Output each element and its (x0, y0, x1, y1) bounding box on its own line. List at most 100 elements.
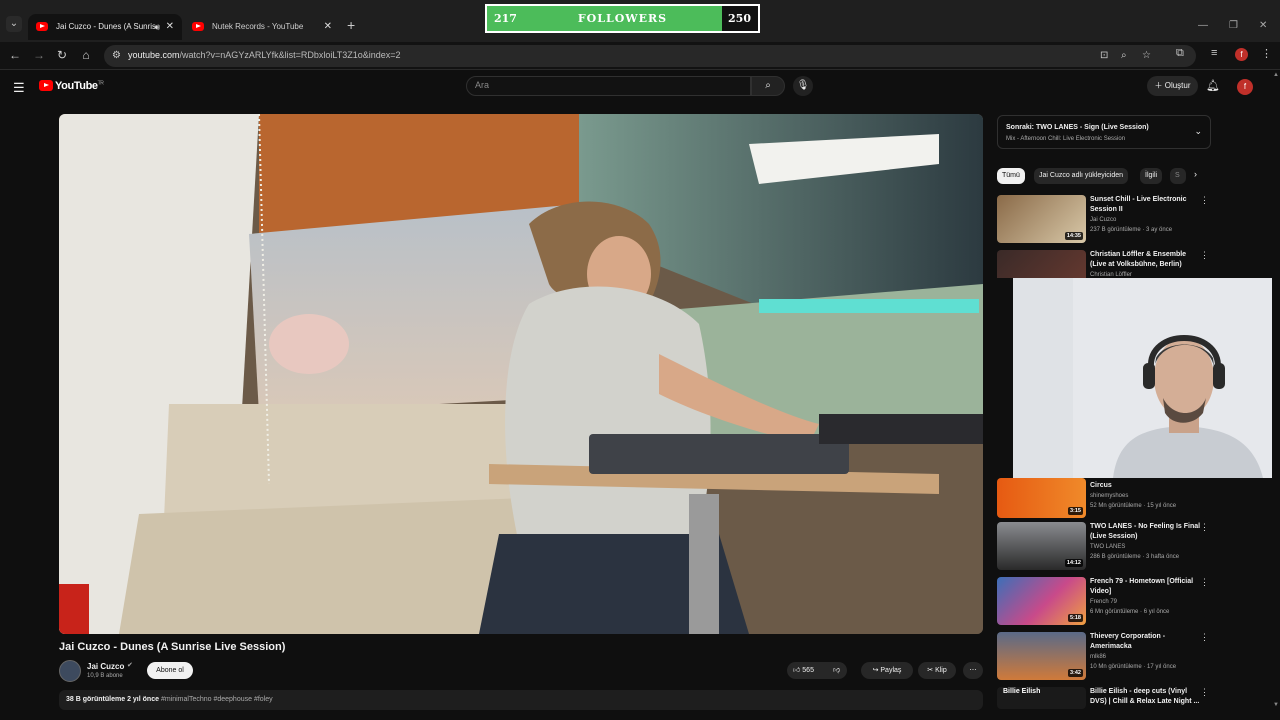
chip-all[interactable]: Tümü (997, 168, 1025, 184)
browser-menu-icon[interactable]: ⋮ (1261, 47, 1272, 60)
tab-active[interactable]: Jai Cuzco - Dunes (A Sunris 🔊︎ ✕ (28, 14, 182, 40)
youtube-favicon-icon (192, 22, 204, 31)
rec-title: Thievery Corporation - Amerimacka (1090, 633, 1166, 650)
recommendation-item[interactable]: Billie Eilish Billie Eilish - deep cuts … (997, 687, 1211, 709)
close-tab-icon[interactable]: ✕ (166, 14, 174, 40)
scroll-up-icon[interactable]: ▲ (1273, 72, 1279, 78)
like-button[interactable]: 👍︎ 565 (793, 667, 814, 674)
rec-title: French 79 - Hometown [Official Video] (1090, 578, 1194, 595)
reload-icon[interactable]: ↻ (54, 48, 70, 62)
install-icon[interactable]: ⊡ (1100, 50, 1108, 61)
youtube-logo-icon[interactable] (39, 80, 53, 91)
profile-avatar[interactable]: f (1235, 48, 1248, 61)
recommendation-item[interactable]: Christian Löffler & Ensemble (Live at Vo… (997, 250, 1211, 278)
thumbnail-text: Billie Eilish (1003, 688, 1041, 695)
like-dislike-group: 👍︎ 565 👎︎ (787, 662, 847, 679)
more-vertical-icon[interactable]: ⋮ (1200, 632, 1209, 643)
close-window-icon[interactable]: ✕ (1259, 20, 1267, 31)
tab-label: Jai Cuzco - Dunes (A Sunris (56, 22, 157, 31)
home-icon[interactable]: ⌂ (78, 48, 94, 62)
url-path: /watch?v=nAGYzARLYfk&list=RDbxloiLT3Z1o&… (179, 50, 401, 60)
chevron-right-icon[interactable]: › (1194, 169, 1197, 179)
guide-menu-icon[interactable]: ☰ (13, 80, 25, 96)
chip-from-uploader[interactable]: Jai Cuzco adlı yükleyiciden (1034, 168, 1129, 184)
thumbnail[interactable]: 14:35 (997, 195, 1086, 243)
thumbnail[interactable] (997, 250, 1086, 278)
page-scrollbar[interactable]: ▲ ▼ (1272, 70, 1280, 720)
youtube-favicon-icon (36, 22, 48, 31)
followers-goal-overlay: 217 FOLLOWERS 250 (485, 4, 760, 33)
channel-avatar[interactable] (59, 660, 81, 682)
chip-related[interactable]: İlgili (1140, 168, 1163, 184)
more-vertical-icon[interactable]: ⋮ (1200, 687, 1209, 698)
plus-icon: ＋ (1154, 81, 1165, 90)
minimize-icon[interactable]: — (1198, 20, 1208, 31)
video-player[interactable] (59, 114, 983, 634)
tab-label: Nutek Records - YouTube (212, 22, 304, 31)
url-domain: youtube.com (128, 50, 180, 60)
rec-channel: shinemyshoes (1090, 493, 1129, 499)
more-vertical-icon[interactable]: ⋮ (1200, 577, 1209, 588)
upload-age: 2 yıl önce (127, 696, 159, 703)
more-actions-button[interactable]: ⋯ (963, 662, 983, 679)
scroll-down-icon[interactable]: ▼ (1273, 702, 1279, 708)
like-count: 565 (802, 667, 814, 674)
extensions-icon[interactable]: ⧉ (1176, 47, 1184, 60)
description-box[interactable]: 38 B görüntüleme 2 yıl önce #minimalTech… (59, 690, 983, 710)
thumbs-up-icon: 👍︎ (793, 667, 801, 674)
thumbnail[interactable]: 14:12 (997, 522, 1086, 570)
speaker-icon[interactable]: 🔊︎ (154, 14, 160, 40)
clip-button[interactable]: ✂ Klip (918, 662, 956, 679)
notifications-bell-icon[interactable]: 🔔︎ (1206, 79, 1220, 92)
account-avatar[interactable]: f (1237, 79, 1253, 95)
back-icon[interactable]: ← (7, 48, 23, 62)
recommendation-item[interactable]: 3:15 Circus shinemyshoes 52 Mn görüntüle… (997, 478, 1211, 518)
voice-search-button[interactable]: 🎙︎ (793, 76, 813, 96)
bookmark-star-icon[interactable]: ☆ (1142, 50, 1151, 61)
new-tab-button[interactable]: + (347, 17, 355, 33)
more-vertical-icon[interactable]: ⋮ (1200, 522, 1209, 533)
close-tab-icon[interactable]: ✕ (324, 14, 332, 40)
forward-icon[interactable]: → (31, 48, 47, 62)
thumbnail[interactable]: Billie Eilish (997, 687, 1086, 709)
recommendation-item[interactable]: 3:42 Thievery Corporation - Amerimacka m… (997, 632, 1211, 680)
recommendation-item[interactable]: 14:35 Sunset Chill - Live Electronic Ses… (997, 195, 1211, 243)
recommendation-item[interactable]: 5:18 French 79 - Hometown [Official Vide… (997, 577, 1211, 625)
youtube-logo-text[interactable]: YouTubeTR (55, 80, 104, 92)
search-button[interactable]: ⌕ (751, 76, 785, 96)
followers-label: FOLLOWERS (577, 12, 668, 25)
url-bar[interactable]: ⚙︎ youtube.com/watch?v=nAGYzARLYfk&list=… (104, 45, 1196, 67)
more-vertical-icon[interactable]: ⋮ (1200, 195, 1209, 206)
subscribe-button[interactable]: Abone ol (147, 662, 193, 679)
thumbnail[interactable]: 5:18 (997, 577, 1086, 625)
duration-badge: 3:42 (1067, 669, 1083, 677)
rec-title: Circus (1090, 482, 1112, 489)
create-button[interactable]: ＋ Oluştur (1147, 76, 1198, 96)
hashtags[interactable]: #minimalTechno #deephouse #foley (161, 696, 273, 703)
rec-channel: Jai Cuzco (1090, 217, 1117, 223)
media-control-icon[interactable]: ≡ (1211, 47, 1217, 59)
search-input[interactable] (475, 80, 735, 90)
thumbnail[interactable]: 3:15 (997, 478, 1086, 518)
zoom-icon[interactable]: ⌕ (1121, 50, 1127, 61)
up-next-title: Sonraki: TWO LANES - Sign (Live Session) (1006, 124, 1149, 131)
tab-search-button[interactable]: ⌄ (6, 16, 22, 32)
share-button[interactable]: ↪ Paylaş (861, 662, 913, 679)
rec-title: Christian Löffler & Ensemble (Live at Vo… (1090, 251, 1187, 268)
recommendation-item[interactable]: 14:12 TWO LANES - No Feeling Is Final (L… (997, 522, 1211, 570)
search-box[interactable] (466, 76, 751, 96)
rec-title: Sunset Chill - Live Electronic Session I… (1090, 196, 1187, 213)
up-next-panel[interactable]: Sonraki: TWO LANES - Sign (Live Session)… (997, 115, 1211, 149)
maximize-icon[interactable]: ❐ (1229, 20, 1238, 31)
browser-tab-bar: ⌄ Jai Cuzco - Dunes (A Sunris 🔊︎ ✕ Nutek… (0, 0, 1280, 42)
thumbnail[interactable]: 3:42 (997, 632, 1086, 680)
site-info-icon[interactable]: ⚙︎ (112, 50, 121, 61)
webcam-feed-image (1013, 278, 1280, 478)
youtube-masthead: ☰ YouTubeTR ⌕ 🎙︎ ＋ Oluştur 🔔︎ f (0, 70, 1280, 104)
more-vertical-icon[interactable]: ⋮ (1200, 250, 1209, 261)
tab-inactive[interactable]: Nutek Records - YouTube ✕ (184, 14, 340, 40)
dislike-button[interactable]: 👎︎ (833, 662, 840, 679)
channel-name[interactable]: Jai Cuzco (87, 662, 124, 671)
chevron-down-icon[interactable]: ⌄ (1194, 126, 1202, 137)
chip-partial[interactable]: S (1170, 168, 1186, 184)
